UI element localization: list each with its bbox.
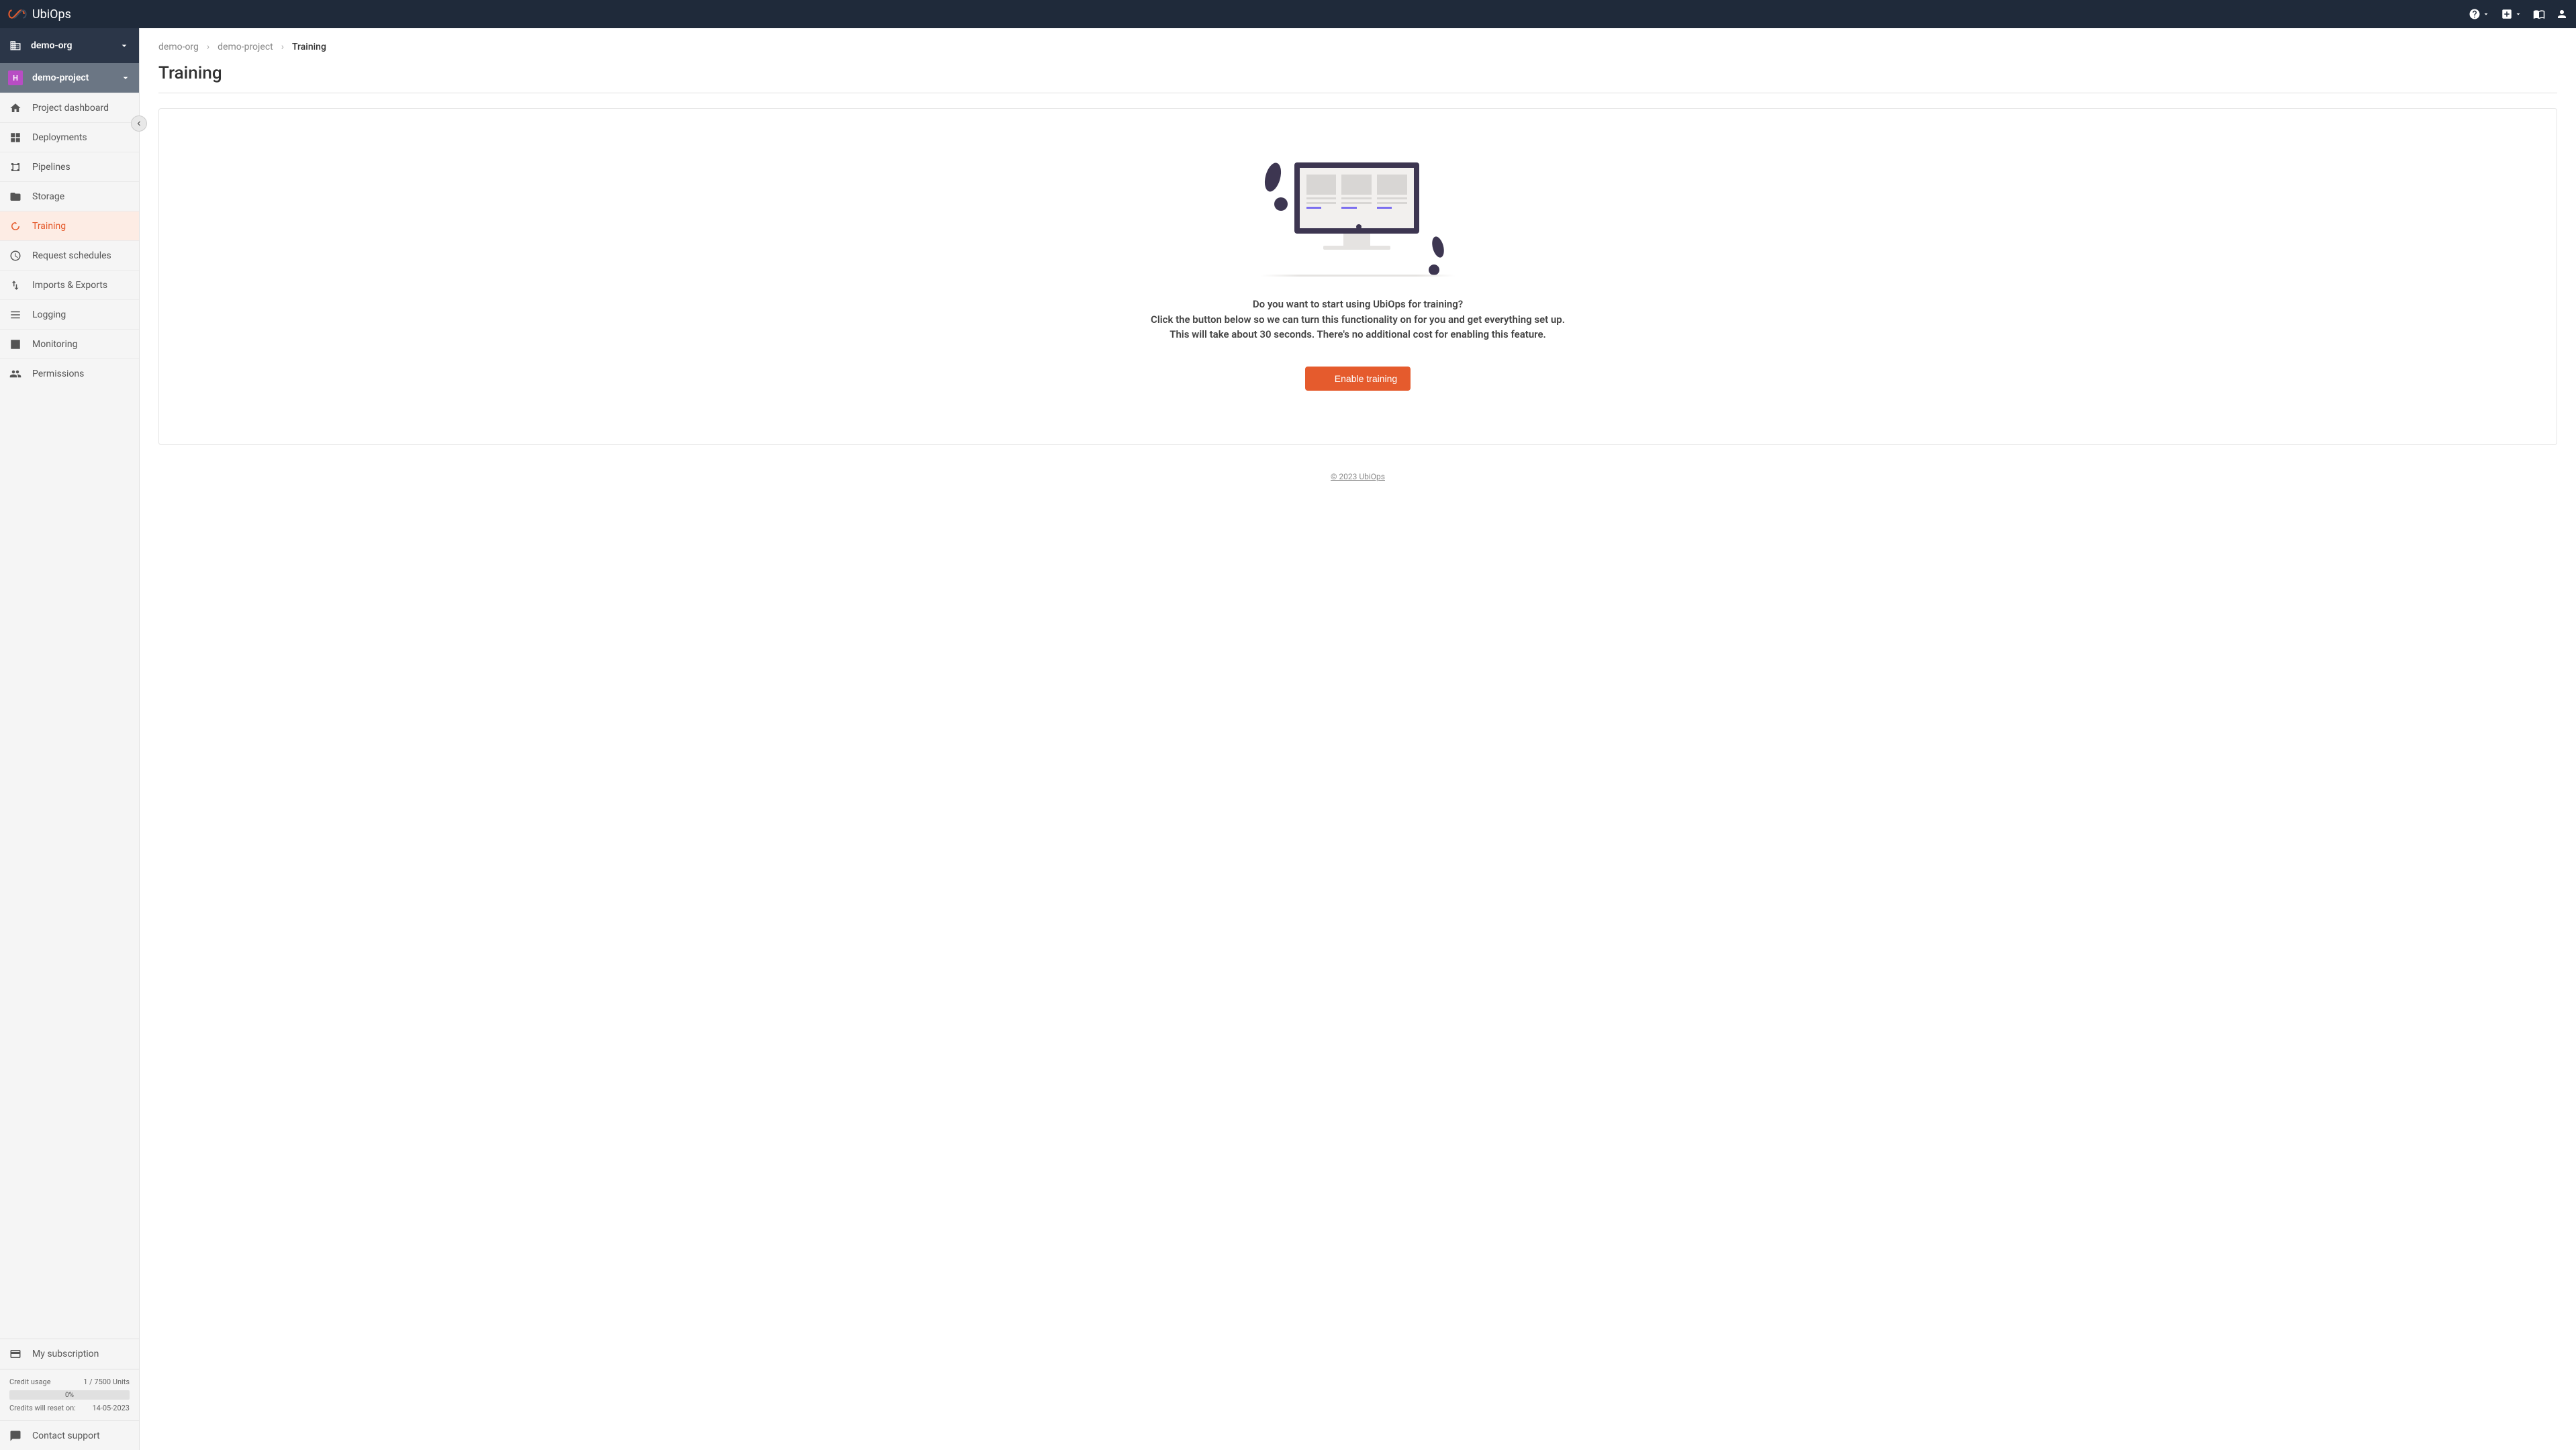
sidebar-collapse-button[interactable] — [131, 115, 147, 132]
enable-btn-label: Enable training — [1335, 373, 1397, 384]
exclamation-icon — [1427, 236, 1449, 277]
nav-label: Training — [32, 221, 66, 232]
training-icon — [9, 220, 21, 232]
credit-usage-bar: 0% — [9, 1390, 130, 1400]
topbar: UbiOps — [0, 0, 2576, 28]
breadcrumb: demo-org › demo-project › Training — [158, 42, 2557, 52]
exclamation-icon — [1261, 162, 1289, 213]
credit-reset-label: Credits will reset on: — [9, 1404, 76, 1412]
docs-button[interactable] — [2533, 8, 2545, 20]
enable-training-button[interactable]: Enable training — [1305, 367, 1411, 391]
brand-area[interactable]: UbiOps — [8, 7, 71, 21]
sidebar-item-permissions[interactable]: Permissions — [0, 358, 139, 388]
clock-icon — [9, 250, 21, 262]
sidebar-item-schedules[interactable]: Request schedules — [0, 240, 139, 270]
chevron-right-icon: › — [281, 42, 284, 52]
home-icon — [9, 102, 21, 114]
sidebar-item-support[interactable]: Contact support — [0, 1420, 139, 1450]
nav-label: Pipelines — [32, 162, 70, 173]
logging-icon — [9, 309, 21, 321]
breadcrumb-current: Training — [292, 42, 326, 52]
main-content: demo-org › demo-project › Training Train… — [140, 28, 2576, 1450]
user-icon — [2556, 8, 2568, 20]
breadcrumb-org[interactable]: demo-org — [158, 42, 199, 52]
sidebar-item-pipelines[interactable]: Pipelines — [0, 152, 139, 181]
org-icon — [9, 40, 21, 52]
card-icon — [9, 1348, 21, 1360]
support-label: Contact support — [32, 1431, 100, 1441]
credit-usage-value: 1 / 7500 Units — [83, 1378, 130, 1386]
sidebar-item-subscription[interactable]: My subscription — [0, 1339, 139, 1369]
illustration — [1261, 162, 1456, 277]
org-selector[interactable]: demo-org — [0, 28, 139, 63]
training-setup-card: Do you want to start using UbiOps for tr… — [158, 108, 2557, 445]
sidebar-item-imports[interactable]: Imports & Exports — [0, 270, 139, 299]
logo-icon — [8, 7, 27, 21]
chevron-left-icon — [134, 119, 144, 128]
subscription-label: My subscription — [32, 1349, 99, 1359]
sidebar-item-deployments[interactable]: Deployments — [0, 122, 139, 152]
sidebar-item-dashboard[interactable]: Project dashboard — [0, 93, 139, 122]
sidebar: demo-org H demo-project Project dashboar… — [0, 28, 140, 1450]
plus-box-icon — [2501, 8, 2513, 20]
footer-copyright[interactable]: © 2023 UbiOps — [158, 472, 2557, 481]
pipelines-icon — [9, 161, 21, 173]
chevron-right-icon: › — [207, 42, 209, 52]
card-text-line2: Click the button below so we can turn th… — [1151, 312, 1565, 328]
project-selector[interactable]: H demo-project — [0, 63, 139, 93]
sidebar-item-storage[interactable]: Storage — [0, 181, 139, 211]
org-name: demo-org — [31, 40, 72, 51]
chevron-down-icon — [120, 72, 131, 83]
nav-label: Request schedules — [32, 250, 111, 261]
nav-label: Storage — [32, 191, 64, 202]
credit-reset-date: 14-05-2023 — [92, 1404, 130, 1412]
user-menu[interactable] — [2556, 8, 2568, 20]
chevron-down-icon — [119, 40, 130, 51]
help-menu[interactable] — [2469, 8, 2490, 20]
nav-label: Project dashboard — [32, 103, 109, 113]
sidebar-item-monitoring[interactable]: Monitoring — [0, 329, 139, 358]
nav-label: Monitoring — [32, 339, 78, 350]
nav-label: Permissions — [32, 369, 84, 379]
sidebar-item-training[interactable]: Training — [0, 211, 139, 240]
deployments-icon — [9, 132, 21, 144]
nav-label: Imports & Exports — [32, 280, 107, 291]
add-menu[interactable] — [2501, 8, 2522, 20]
monitor-illustration — [1294, 162, 1419, 250]
sidebar-item-logging[interactable]: Logging — [0, 299, 139, 329]
chat-icon — [9, 1430, 21, 1442]
project-name: demo-project — [32, 72, 89, 83]
monitoring-icon — [9, 338, 21, 350]
credit-usage-percent: 0% — [65, 1392, 74, 1399]
book-icon — [2533, 8, 2545, 20]
nav-label: Deployments — [32, 132, 87, 143]
card-text-line3: This will take about 30 seconds. There's… — [1151, 327, 1565, 342]
permissions-icon — [9, 368, 21, 380]
nav-label: Logging — [32, 309, 66, 320]
card-text-line1: Do you want to start using UbiOps for tr… — [1151, 297, 1565, 312]
training-icon — [1319, 373, 1329, 384]
credit-usage-label: Credit usage — [9, 1378, 51, 1386]
page-title: Training — [158, 63, 2557, 93]
folder-icon — [9, 191, 21, 203]
chevron-down-icon — [2482, 10, 2490, 18]
import-export-icon — [9, 279, 21, 291]
breadcrumb-project[interactable]: demo-project — [218, 42, 273, 52]
credit-usage-section: Credit usage 1 / 7500 Units 0% Credits w… — [0, 1369, 139, 1420]
brand-text: UbiOps — [32, 7, 71, 21]
chevron-down-icon — [2514, 10, 2522, 18]
project-badge: H — [8, 70, 23, 85]
help-icon — [2469, 8, 2481, 20]
